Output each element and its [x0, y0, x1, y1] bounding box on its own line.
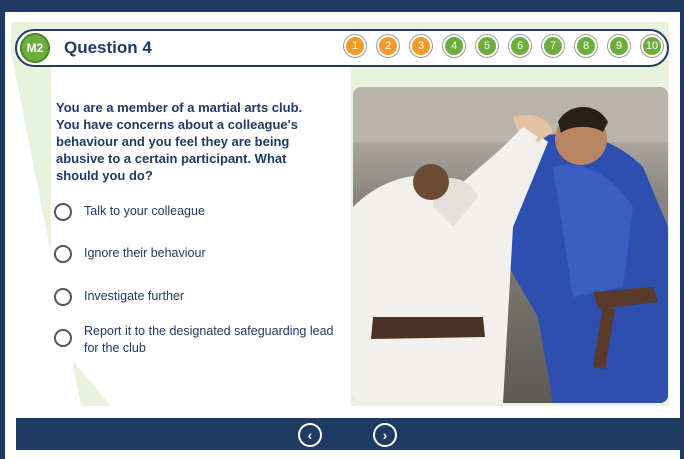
- step-10[interactable]: 10: [641, 35, 663, 57]
- option-label: Ignore their behaviour: [84, 246, 206, 260]
- martial-arts-photo: [353, 87, 668, 403]
- step-4[interactable]: 4: [443, 35, 465, 57]
- top-band: [0, 0, 684, 12]
- navigation-bar: ‹ ›: [16, 418, 680, 450]
- step-9[interactable]: 9: [608, 35, 630, 57]
- step-7[interactable]: 7: [542, 35, 564, 57]
- step-1[interactable]: 1: [344, 35, 366, 57]
- step-2[interactable]: 2: [377, 35, 399, 57]
- option-label: Report it to the designated safeguarding…: [84, 324, 334, 355]
- radio-button[interactable]: [54, 329, 72, 347]
- chevron-right-icon[interactable]: ›: [373, 423, 397, 447]
- radio-button[interactable]: [54, 288, 72, 306]
- module-badge: M2: [20, 33, 50, 63]
- radio-button[interactable]: [54, 203, 72, 221]
- question-progress: 1 2 3 4 5 6 7 8 9 10: [344, 35, 663, 57]
- option-label: Talk to your colleague: [84, 204, 205, 218]
- option-2[interactable]: Ignore their behaviour: [54, 245, 334, 263]
- option-4[interactable]: Report it to the designated safeguarding…: [54, 323, 334, 357]
- option-label: Investigate further: [84, 289, 185, 303]
- option-1[interactable]: Talk to your colleague: [54, 203, 334, 221]
- step-3[interactable]: 3: [410, 35, 432, 57]
- radio-button[interactable]: [54, 245, 72, 263]
- step-5[interactable]: 5: [476, 35, 498, 57]
- step-6[interactable]: 6: [509, 35, 531, 57]
- question-header: M2 Question 4 1 2 3 4 5 6 7 8 9 10: [15, 29, 669, 67]
- question-title: Question 4: [64, 38, 152, 57]
- step-8[interactable]: 8: [575, 35, 597, 57]
- question-text: You are a member of a martial arts club.…: [56, 100, 303, 183]
- option-3[interactable]: Investigate further: [54, 288, 334, 306]
- chevron-left-icon[interactable]: ‹: [298, 423, 322, 447]
